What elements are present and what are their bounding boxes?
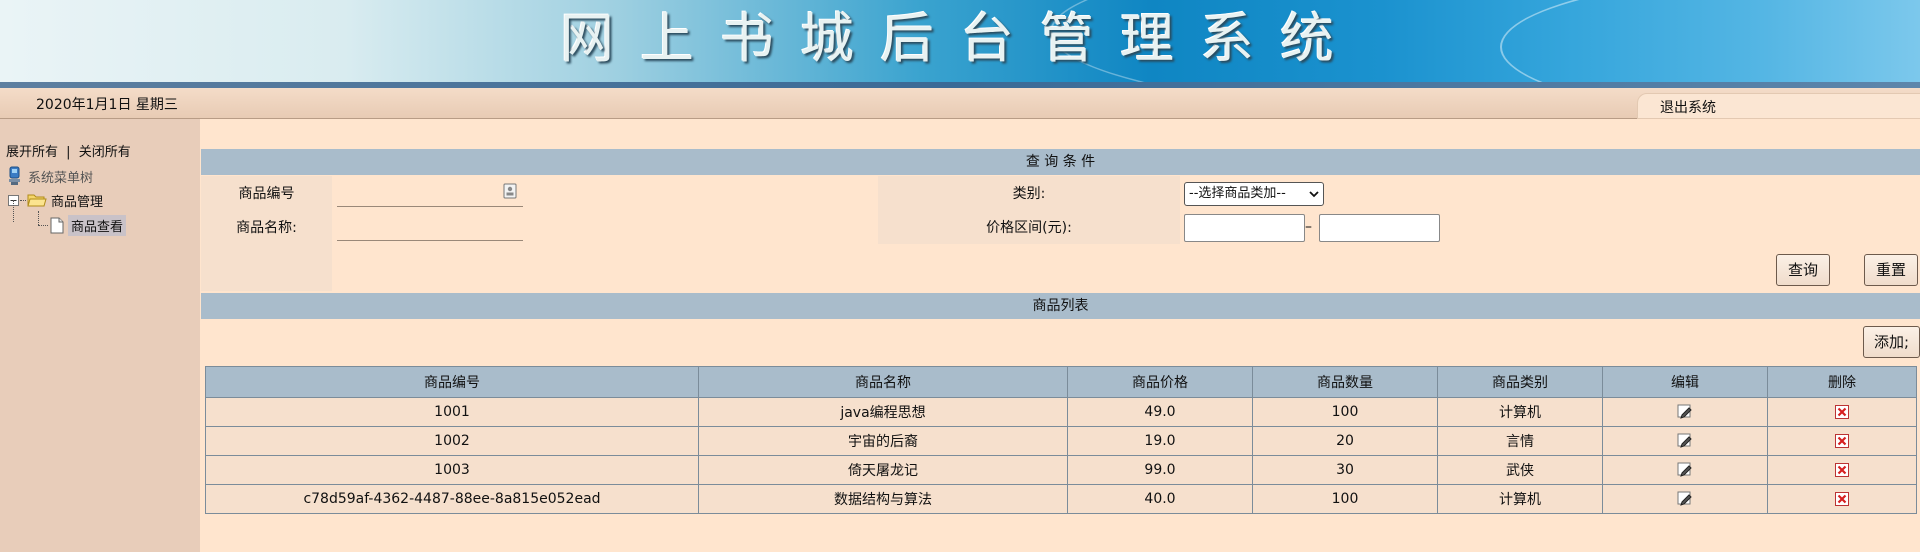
tree-item-label: 商品查看 [68, 214, 127, 236]
tree-controls: 展开所有 | 关闭所有 [6, 141, 131, 160]
delete-x-icon[interactable] [1835, 405, 1849, 419]
cell-delete [1767, 455, 1917, 485]
add-goods-button[interactable]: 添加; [1863, 326, 1920, 358]
cell-edit [1602, 426, 1768, 456]
chevron-down-icon [1309, 191, 1319, 198]
cell-delete [1767, 484, 1917, 514]
delete-x-icon[interactable] [1835, 463, 1849, 477]
collapse-all-link[interactable]: 关闭所有 [79, 145, 131, 160]
category-label: 类别: [1012, 186, 1046, 202]
cell-edit [1602, 484, 1768, 514]
tree-connector [38, 211, 39, 225]
cell-delete [1767, 426, 1917, 456]
column-header-category: 商品类别 [1437, 366, 1603, 398]
cell-name: 倚天屠龙记 [698, 455, 1068, 485]
cell-edit [1602, 397, 1768, 427]
column-header-quantity: 商品数量 [1252, 366, 1438, 398]
folder-open-icon [27, 194, 47, 207]
cell-quantity: 30 [1252, 455, 1438, 485]
cell-price: 99.0 [1067, 455, 1253, 485]
delete-x-icon[interactable] [1835, 434, 1849, 448]
cell-price: 49.0 [1067, 397, 1253, 427]
system-title: 网上书城后台管理系统 [560, 7, 1360, 70]
cell-price: 40.0 [1067, 484, 1253, 514]
table-row: 1002 宇宙的后裔 19.0 20 言情 [205, 426, 1917, 456]
tree-connector [38, 225, 48, 226]
category-select[interactable]: --选择商品类加-- [1184, 182, 1324, 206]
cell-name: 数据结构与算法 [698, 484, 1068, 514]
goods-id-input[interactable] [337, 176, 523, 207]
table-header-row: 商品编号 商品名称 商品价格 商品数量 商品类别 编辑 删除 [205, 366, 1917, 398]
column-header-name: 商品名称 [698, 366, 1068, 398]
cell-id: 1001 [205, 397, 699, 427]
price-max-input[interactable] [1319, 214, 1440, 242]
edit-pencil-icon[interactable] [1677, 404, 1693, 420]
sidebar-menu-tree: 展开所有 | 关闭所有 系统菜单树 商品管理 商品查看 [0, 119, 200, 552]
cell-name: 宇宙的后裔 [698, 426, 1068, 456]
cell-id: 1003 [205, 455, 699, 485]
cell-id: c78d59af-4362-4487-88ee-8a815e052ead [205, 484, 699, 514]
goods-name-label: 商品名称: [236, 220, 297, 236]
cell-category: 计算机 [1437, 397, 1603, 427]
cell-category: 言情 [1437, 426, 1603, 456]
goods-id-label: 商品编号 [238, 186, 295, 202]
tree-folder-goods-management[interactable]: 商品管理 [8, 189, 103, 211]
edit-pencil-icon[interactable] [1677, 462, 1693, 478]
column-header-edit: 编辑 [1602, 366, 1768, 398]
logout-button[interactable]: 退出系统 [1637, 93, 1920, 119]
cell-category: 计算机 [1437, 484, 1603, 514]
list-section-header: 商品列表 [201, 293, 1920, 319]
search-button[interactable]: 查询 [1776, 254, 1830, 286]
edit-pencil-icon[interactable] [1677, 491, 1693, 507]
goods-table: 商品编号 商品名称 商品价格 商品数量 商品类别 编辑 删除 1001 java… [205, 366, 1917, 514]
delete-x-icon[interactable] [1835, 492, 1849, 506]
price-min-input[interactable] [1184, 214, 1305, 242]
top-bar: 2020年1月1日 星期三 退出系统 [0, 88, 1920, 119]
cell-quantity: 100 [1252, 397, 1438, 427]
price-range-label: 价格区间(元): [986, 220, 1072, 236]
reset-button[interactable]: 重置 [1864, 254, 1918, 286]
tree-root-label: 系统菜单树 [28, 170, 94, 186]
column-header-id: 商品编号 [205, 366, 699, 398]
column-header-price: 商品价格 [1067, 366, 1253, 398]
price-range-dash: – [1305, 219, 1312, 235]
table-row: 1003 倚天屠龙记 99.0 30 武侠 [205, 455, 1917, 485]
cell-quantity: 20 [1252, 426, 1438, 456]
cell-name: java编程思想 [698, 397, 1068, 427]
cell-edit [1602, 455, 1768, 485]
tree-connector [13, 200, 14, 222]
tree-separator: | [66, 145, 71, 160]
table-row: c78d59af-4362-4487-88ee-8a815e052ead 数据结… [205, 484, 1917, 514]
tree-folder-label: 商品管理 [51, 194, 104, 210]
cell-quantity: 100 [1252, 484, 1438, 514]
banner-decoration [1500, 0, 1920, 82]
page-icon [50, 217, 64, 233]
cell-price: 19.0 [1067, 426, 1253, 456]
cell-id: 1002 [205, 426, 699, 456]
cell-category: 武侠 [1437, 455, 1603, 485]
expand-all-link[interactable]: 展开所有 [6, 145, 58, 160]
goods-name-input[interactable] [337, 210, 523, 241]
column-header-delete: 删除 [1767, 366, 1917, 398]
current-date: 2020年1月1日 星期三 [36, 97, 178, 113]
category-selected-value: --选择商品类加-- [1189, 186, 1286, 201]
logout-label: 退出系统 [1660, 100, 1716, 116]
header-banner: 网上书城后台管理系统 [0, 0, 1920, 82]
query-section-header: 查 询 条 件 [201, 149, 1920, 175]
cell-delete [1767, 397, 1917, 427]
contact-card-icon[interactable] [503, 183, 517, 199]
tree-item-goods-view[interactable]: 商品查看 [50, 214, 127, 236]
edit-pencil-icon[interactable] [1677, 433, 1693, 449]
tree-root[interactable]: 系统菜单树 [6, 165, 93, 187]
table-row: 1001 java编程思想 49.0 100 计算机 [205, 397, 1917, 427]
computer-node-icon [9, 166, 20, 185]
